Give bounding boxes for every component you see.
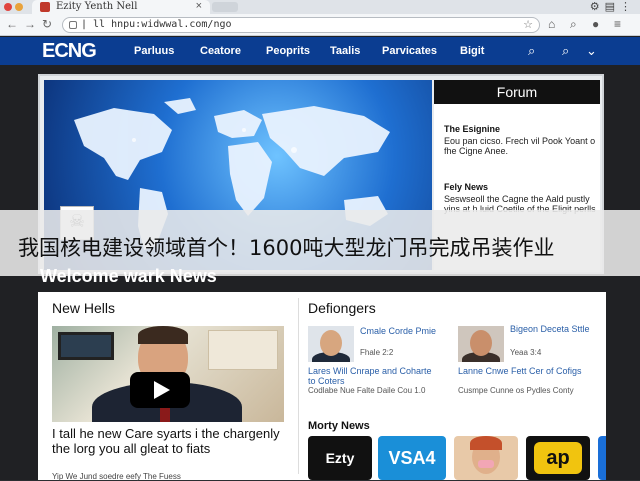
badge-label: ap	[546, 447, 570, 469]
address-url[interactable]: | ll hnpu:widwwal.com/ngo	[81, 19, 232, 30]
left-column-title: New Hells	[52, 300, 116, 316]
nav-item[interactable]: Parluus	[134, 45, 174, 57]
forum-item-title[interactable]: Fely News	[444, 182, 488, 192]
bookmark-star-icon[interactable]: ☆	[523, 18, 533, 31]
browser-window: Ezity Yenth Nell × ⚙▤⋮ ← → ↻ | ll hnpu:w…	[0, 0, 640, 481]
nav-item[interactable]: Ceatore	[200, 45, 241, 57]
minimize-window-icon[interactable]	[15, 3, 23, 11]
tv-screen-image	[58, 332, 114, 360]
browser-menu-icon[interactable]: ≡	[614, 17, 621, 31]
thumb-face	[320, 330, 342, 356]
nav-item[interactable]: Parvicates	[382, 45, 437, 57]
story-thumbnail[interactable]	[458, 326, 504, 362]
news-badge-ap[interactable]: ap	[526, 436, 590, 480]
column-divider	[298, 298, 299, 474]
news-content: New Hells I tall he new Care syarts i th…	[38, 292, 606, 481]
news-badge-photo[interactable]	[454, 436, 518, 480]
badge-label: VSA4	[388, 448, 436, 468]
forum-item-title[interactable]: The Esignine	[444, 124, 500, 134]
right-column-title: Defiongers	[308, 300, 376, 316]
section-title: Welcome wark News	[40, 266, 217, 286]
new-tab-button[interactable]	[212, 2, 238, 12]
forward-button[interactable]: →	[24, 17, 36, 31]
home-icon[interactable]: ⌂	[548, 17, 555, 31]
story-body-meta: Codlabe Nue Falte Daile Cou 1.0	[308, 386, 426, 395]
photo-mask	[478, 460, 494, 468]
site-logo[interactable]: ECNG	[42, 40, 97, 63]
browser-tab[interactable]: Ezity Yenth Nell ×	[32, 0, 210, 14]
story-title[interactable]: Bigeon Deceta Sttle	[510, 324, 594, 334]
tab-strip: Ezity Yenth Nell × ⚙▤⋮	[0, 0, 640, 14]
nav-item[interactable]: Taalis	[330, 45, 360, 57]
close-window-icon[interactable]	[4, 3, 12, 11]
menu-icon[interactable]: ⋮	[620, 1, 636, 13]
news-badge-partial[interactable]	[598, 436, 606, 480]
story-thumbnail[interactable]	[308, 326, 354, 362]
overlay-caption-text: 我国核电建设领域首个！1600吨大型龙门吊完成吊装作业	[18, 236, 555, 260]
nav-search-icon-2[interactable]: ⌕	[562, 43, 569, 59]
photo-hair	[470, 436, 502, 450]
tab-title: Ezity Yenth Nell	[56, 1, 138, 12]
back-button[interactable]: ←	[6, 17, 18, 31]
story-body-meta: Cusmpe Cunne os Pydles Conty	[458, 386, 574, 395]
story-title[interactable]: Cmale Corde Pmie	[360, 326, 440, 336]
story-body-link[interactable]: Lanne Cnwe Fett Cer of Cofigs	[458, 366, 598, 376]
search-icon[interactable]: ⌕	[570, 17, 577, 32]
nav-item[interactable]: Bigit	[460, 45, 484, 57]
tab-close-icon[interactable]: ×	[196, 0, 202, 12]
story-body-link[interactable]: Lares Will Cnrape and Coharte to Coters	[308, 366, 438, 386]
news-badge-vsa4[interactable]: VSA4	[378, 436, 446, 480]
story-meta: Yeaa 3:4	[510, 348, 542, 357]
site-navigation: ECNG Parluus Ceatore Peoprits Taalis Par…	[0, 37, 640, 65]
news-badge-ezty[interactable]: Ezty	[308, 436, 372, 480]
video-headline[interactable]: I tall he new Care syarts i the chargenl…	[52, 426, 288, 456]
video-player[interactable]	[52, 326, 284, 422]
profile-icon[interactable]: ⚙	[590, 1, 605, 13]
chevron-down-icon[interactable]: ⌄	[586, 43, 597, 59]
reload-button[interactable]: ↻	[42, 17, 52, 31]
browser-toolbar: ← → ↻ | ll hnpu:widwwal.com/ngo ☆ ⌂ ⌕ ● …	[0, 14, 640, 36]
play-icon	[154, 381, 170, 399]
forum-item-text: Eou pan cicso. Frech vil Pook Yoant o fh…	[444, 136, 596, 156]
presenter-hair	[138, 326, 188, 344]
nav-search-icon[interactable]: ⌕	[528, 43, 535, 59]
play-button[interactable]	[130, 372, 190, 408]
profile-circle-icon[interactable]: ●	[592, 17, 599, 31]
badge-label: Ezty	[325, 450, 355, 466]
bookshelf-image	[208, 330, 278, 370]
site-favicon-icon	[40, 2, 50, 12]
forum-title: Forum	[434, 80, 600, 104]
address-bar[interactable]: | ll hnpu:widwwal.com/ngo ☆	[62, 17, 540, 33]
lock-icon	[69, 21, 77, 29]
thumb-face	[470, 330, 492, 356]
nav-item[interactable]: Peoprits	[266, 45, 310, 57]
extensions-icon[interactable]: ▤	[605, 1, 620, 13]
window-controls[interactable]: ⚙▤⋮	[590, 0, 636, 13]
more-news-title: Morty News	[308, 420, 370, 432]
story-meta: Fhale 2:2	[360, 348, 394, 357]
